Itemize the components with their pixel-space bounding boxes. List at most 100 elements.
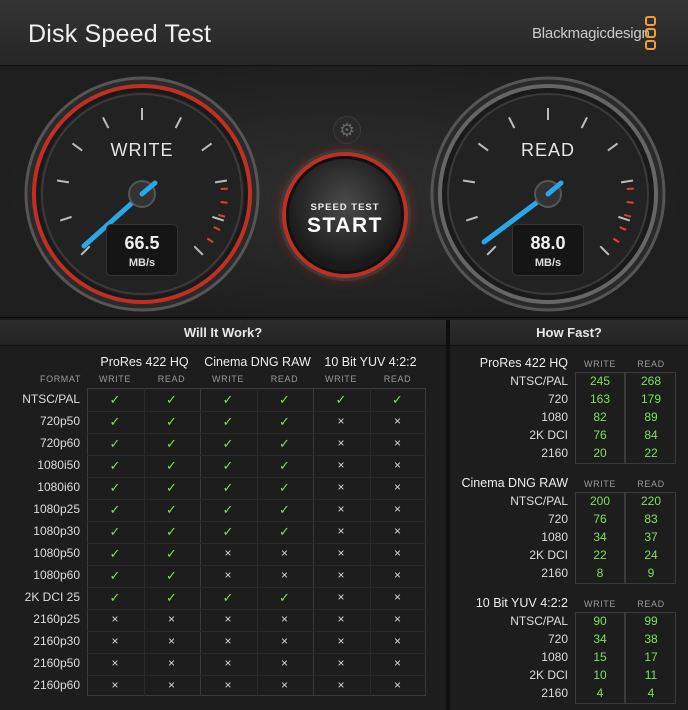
write-speed-value: 76 xyxy=(593,512,607,526)
read-col-header: READ xyxy=(637,359,665,369)
check-icon: ✓ xyxy=(109,590,121,605)
read-col-header: READ xyxy=(637,599,665,609)
row-divider xyxy=(87,455,426,456)
row-divider xyxy=(87,477,426,478)
write-col-header: WRITE xyxy=(584,599,616,609)
how-fast-row-label: 2K DCI xyxy=(529,548,568,562)
write-speed-value: 90 xyxy=(593,614,607,628)
cross-icon: × xyxy=(167,634,175,648)
cross-icon: × xyxy=(111,612,119,626)
grid-divider xyxy=(313,388,314,696)
format-header: FORMAT xyxy=(40,374,81,384)
check-icon: ✓ xyxy=(222,480,234,495)
write-col-header: WRITE xyxy=(325,374,357,384)
read-speed-value: 37 xyxy=(644,530,658,544)
start-button-label: START xyxy=(307,214,383,237)
app-title: Disk Speed Test xyxy=(28,20,212,48)
format-label: 720p60 xyxy=(39,436,80,450)
grid-divider xyxy=(256,388,258,696)
write-speed-value: 8 xyxy=(596,566,604,580)
how-fast-group-title: 10 Bit YUV 4:2:2 xyxy=(475,596,568,610)
check-icon: ✓ xyxy=(109,502,121,517)
cross-icon: × xyxy=(393,414,401,428)
start-button[interactable]: SPEED TEST START xyxy=(286,156,404,274)
read-speed-value: 89 xyxy=(644,410,658,424)
how-fast-row-label: 2K DCI xyxy=(529,428,568,442)
grid-divider xyxy=(143,388,145,696)
cross-icon: × xyxy=(280,546,288,560)
cross-icon: × xyxy=(337,480,345,494)
write-speed-value: 245 xyxy=(589,374,611,388)
check-icon: ✓ xyxy=(166,480,177,495)
check-icon: ✓ xyxy=(166,392,177,407)
check-icon: ✓ xyxy=(166,590,177,605)
write-speed-value: 34 xyxy=(593,530,607,544)
check-icon: ✓ xyxy=(109,414,121,429)
cross-icon: × xyxy=(111,678,119,692)
gear-icon[interactable]: ⚙ xyxy=(333,116,361,144)
cross-icon: × xyxy=(393,502,401,516)
read-speed-value: 17 xyxy=(644,650,658,664)
write-speed-value: 22 xyxy=(593,548,607,562)
format-label: 1080p30 xyxy=(33,524,80,538)
format-label: 720p50 xyxy=(39,414,80,428)
cross-icon: × xyxy=(280,612,288,626)
read-speed-value: 11 xyxy=(644,668,658,682)
row-divider xyxy=(87,499,426,500)
header: Disk Speed Test Blackmagicdesign xyxy=(0,0,688,66)
write-speed-value: 4 xyxy=(596,686,604,700)
how-fast-row-label: NTSC/PAL xyxy=(510,614,568,628)
write-unit: MB/s xyxy=(128,257,156,269)
read-label: READ xyxy=(520,140,575,160)
format-label: 1080p50 xyxy=(33,546,80,560)
cross-icon: × xyxy=(167,678,175,692)
read-speed-value: 83 xyxy=(644,512,658,526)
check-icon: ✓ xyxy=(279,414,290,429)
row-divider xyxy=(87,433,426,434)
cross-icon: × xyxy=(393,546,401,560)
format-label: 2160p60 xyxy=(33,678,80,692)
write-col-header: WRITE xyxy=(584,359,616,369)
group-header: ProRes 422 HQ xyxy=(100,355,189,369)
read-value: 88.0 xyxy=(530,233,566,253)
cross-icon: × xyxy=(224,656,232,670)
check-icon: ✓ xyxy=(335,392,347,407)
cross-icon: × xyxy=(224,546,232,560)
check-icon: ✓ xyxy=(166,436,177,451)
format-label: NTSC/PAL xyxy=(22,392,80,406)
cross-icon: × xyxy=(337,524,345,538)
row-divider xyxy=(87,543,426,544)
check-icon: ✓ xyxy=(279,502,290,517)
check-icon: ✓ xyxy=(166,568,177,583)
read-col-header: READ xyxy=(383,374,412,384)
check-icon: ✓ xyxy=(166,502,177,517)
how-fast-group-title: Cinema DNG RAW xyxy=(461,476,569,490)
check-icon: ✓ xyxy=(109,458,121,473)
how-fast-row-label: 1080 xyxy=(541,530,568,544)
format-label: 1080p60 xyxy=(33,568,80,582)
check-icon: ✓ xyxy=(279,436,290,451)
how-fast-row-label: 720 xyxy=(547,392,568,406)
check-icon: ✓ xyxy=(166,458,177,473)
write-speed-value: 163 xyxy=(589,392,611,406)
check-icon: ✓ xyxy=(166,414,177,429)
check-icon: ✓ xyxy=(279,524,290,539)
cross-icon: × xyxy=(393,678,401,692)
check-icon: ✓ xyxy=(109,436,121,451)
check-icon: ✓ xyxy=(222,590,234,605)
cross-icon: × xyxy=(393,436,401,450)
cross-icon: × xyxy=(224,678,232,692)
how-fast-group-title: ProRes 422 HQ xyxy=(479,356,568,370)
read-speed-value: 179 xyxy=(640,392,662,406)
cross-icon: × xyxy=(393,524,401,538)
read-speed-value: 99 xyxy=(644,614,658,628)
how-fast-row-label: NTSC/PAL xyxy=(510,494,568,508)
cross-icon: × xyxy=(111,656,119,670)
check-icon: ✓ xyxy=(392,392,403,407)
how-fast-title: How Fast? xyxy=(450,320,688,346)
cross-icon: × xyxy=(337,656,345,670)
write-speed-value: 15 xyxy=(593,650,607,664)
write-speed-value: 76 xyxy=(593,428,607,442)
read-speed-value: 38 xyxy=(644,632,658,646)
row-divider xyxy=(87,521,426,522)
